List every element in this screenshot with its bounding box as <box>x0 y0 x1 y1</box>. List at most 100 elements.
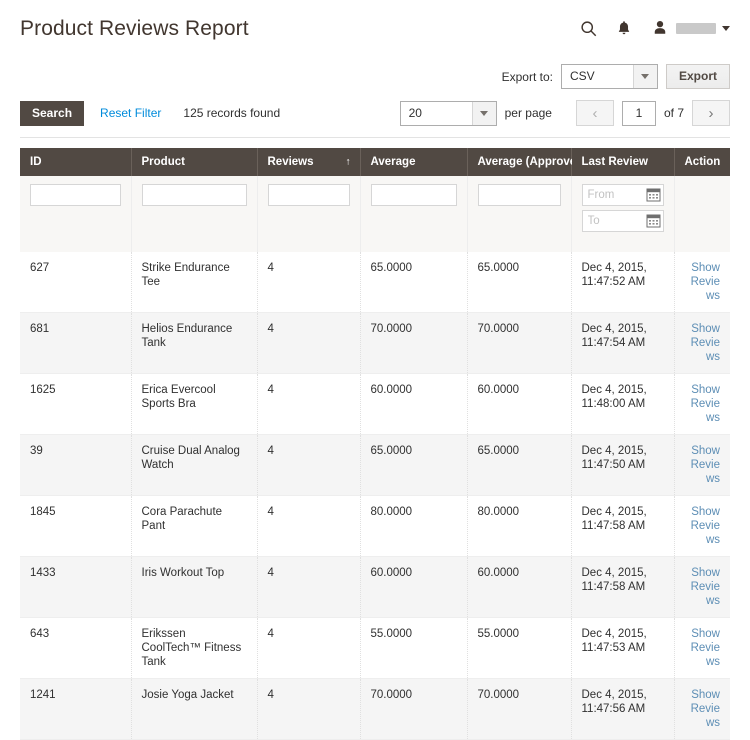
cell-last-review: Dec 4, 2015, 11:47:54 AM <box>571 313 674 374</box>
filter-input-average-approved[interactable] <box>478 184 561 206</box>
cell-average: 70.0000 <box>360 679 467 740</box>
filter-input-reviews[interactable] <box>268 184 350 206</box>
show-reviews-link[interactable]: Show Reviews <box>691 445 720 485</box>
show-reviews-link[interactable]: Show Reviews <box>691 689 720 729</box>
show-reviews-link[interactable]: Show Reviews <box>691 567 720 607</box>
cell-average: 60.0000 <box>360 374 467 435</box>
cell-product: Josie Yoga Jacket <box>131 679 257 740</box>
column-label: Average <box>371 156 416 168</box>
column-header-average-approved[interactable]: Average (Approved) <box>467 148 571 176</box>
table-row[interactable]: 643Erikssen CoolTech™ Fitness Tank455.00… <box>20 618 730 679</box>
cell-product: Strike Endurance Tee <box>131 252 257 313</box>
filter-cell-action <box>674 176 730 252</box>
cell-average-approved: 60.0000 <box>467 557 571 618</box>
page-header: Product Reviews Report <box>0 0 750 58</box>
notifications-bell-icon[interactable] <box>614 18 634 38</box>
show-reviews-link[interactable]: Show Reviews <box>691 323 720 363</box>
table-row[interactable]: 1625Erica Evercool Sports Bra460.000060.… <box>20 374 730 435</box>
export-button[interactable]: Export <box>666 64 730 89</box>
table-row[interactable]: 681Helios Endurance Tank470.000070.0000D… <box>20 313 730 374</box>
cell-id: 643 <box>20 618 131 679</box>
cell-last-review: Dec 4, 2015, 11:47:52 AM <box>571 252 674 313</box>
column-label: Product <box>142 156 185 168</box>
filter-input-id[interactable] <box>30 184 121 206</box>
column-header-product[interactable]: Product <box>131 148 257 176</box>
column-label: Reviews <box>268 156 314 168</box>
filter-cell-average <box>360 176 467 252</box>
product-reviews-table: ID Product Reviews ↑ Average Average (Ap… <box>20 148 730 740</box>
cell-last-review: Dec 4, 2015, 11:47:56 AM <box>571 679 674 740</box>
sort-ascending-icon: ↑ <box>346 157 351 168</box>
table-row[interactable]: 1241Josie Yoga Jacket470.000070.0000Dec … <box>20 679 730 740</box>
date-from-field <box>582 184 664 206</box>
cell-average: 60.0000 <box>360 557 467 618</box>
show-reviews-link[interactable]: Show Reviews <box>691 506 720 546</box>
current-page-input[interactable] <box>622 101 656 126</box>
cell-action: Show Reviews <box>674 618 730 679</box>
pager: 20 per page ‹ of 7 › <box>400 100 730 126</box>
filter-cell-last-review <box>571 176 674 252</box>
filter-input-last-review-to[interactable] <box>582 210 664 232</box>
cell-average: 65.0000 <box>360 252 467 313</box>
cell-id: 1241 <box>20 679 131 740</box>
filter-cell-id <box>20 176 131 252</box>
table-row[interactable]: 627Strike Endurance Tee465.000065.0000De… <box>20 252 730 313</box>
filter-input-product[interactable] <box>142 184 247 206</box>
cell-id: 39 <box>20 435 131 496</box>
filter-input-average[interactable] <box>371 184 457 206</box>
column-header-reviews[interactable]: Reviews ↑ <box>257 148 360 176</box>
page-title: Product Reviews Report <box>20 18 578 39</box>
search-icon[interactable] <box>578 18 598 38</box>
total-pages-label: of 7 <box>664 106 684 120</box>
cell-reviews: 4 <box>257 496 360 557</box>
column-label: ID <box>30 156 42 168</box>
show-reviews-link[interactable]: Show Reviews <box>691 384 720 424</box>
chevron-down-icon <box>633 65 657 88</box>
column-header-average[interactable]: Average <box>360 148 467 176</box>
reset-filter-link[interactable]: Reset Filter <box>100 106 161 120</box>
column-label: Last Review <box>582 156 648 168</box>
cell-id: 1845 <box>20 496 131 557</box>
cell-average-approved: 55.0000 <box>467 618 571 679</box>
show-reviews-link[interactable]: Show Reviews <box>691 628 720 668</box>
filter-cell-reviews <box>257 176 360 252</box>
filter-input-last-review-from[interactable] <box>582 184 664 206</box>
column-header-id[interactable]: ID <box>20 148 131 176</box>
previous-page-button[interactable]: ‹ <box>576 100 614 126</box>
cell-product: Cruise Dual Analog Watch <box>131 435 257 496</box>
table-row[interactable]: 1433Iris Workout Top460.000060.0000Dec 4… <box>20 557 730 618</box>
user-avatar-icon <box>650 18 670 38</box>
cell-product: Erica Evercool Sports Bra <box>131 374 257 435</box>
cell-product: Iris Workout Top <box>131 557 257 618</box>
product-reviews-report-page: Product Reviews Report <box>0 0 750 502</box>
cell-average-approved: 70.0000 <box>467 679 571 740</box>
export-format-select[interactable]: CSV <box>561 64 658 89</box>
cell-reviews: 4 <box>257 679 360 740</box>
search-button[interactable]: Search <box>20 101 84 126</box>
cell-average-approved: 60.0000 <box>467 374 571 435</box>
per-page-label: per page <box>505 106 552 120</box>
records-found-text: 125 records found <box>183 106 280 120</box>
grid-toolbar: Search Reset Filter 125 records found 20… <box>0 99 750 127</box>
user-menu[interactable] <box>650 18 730 38</box>
next-page-button[interactable]: › <box>692 100 730 126</box>
cell-action: Show Reviews <box>674 557 730 618</box>
filter-cell-product <box>131 176 257 252</box>
show-reviews-link[interactable]: Show Reviews <box>691 262 720 302</box>
cell-action: Show Reviews <box>674 435 730 496</box>
column-header-last-review[interactable]: Last Review <box>571 148 674 176</box>
cell-last-review: Dec 4, 2015, 11:48:00 AM <box>571 374 674 435</box>
cell-reviews: 4 <box>257 313 360 374</box>
table-row[interactable]: 1845Cora Parachute Pant480.000080.0000De… <box>20 496 730 557</box>
cell-reviews: 4 <box>257 618 360 679</box>
cell-reviews: 4 <box>257 374 360 435</box>
cell-reviews: 4 <box>257 252 360 313</box>
cell-last-review: Dec 4, 2015, 11:47:53 AM <box>571 618 674 679</box>
cell-product: Helios Endurance Tank <box>131 313 257 374</box>
cell-last-review: Dec 4, 2015, 11:47:58 AM <box>571 496 674 557</box>
cell-id: 1625 <box>20 374 131 435</box>
table-row[interactable]: 39Cruise Dual Analog Watch465.000065.000… <box>20 435 730 496</box>
per-page-select[interactable]: 20 <box>400 101 497 126</box>
header-tools <box>578 18 730 38</box>
cell-average: 65.0000 <box>360 435 467 496</box>
